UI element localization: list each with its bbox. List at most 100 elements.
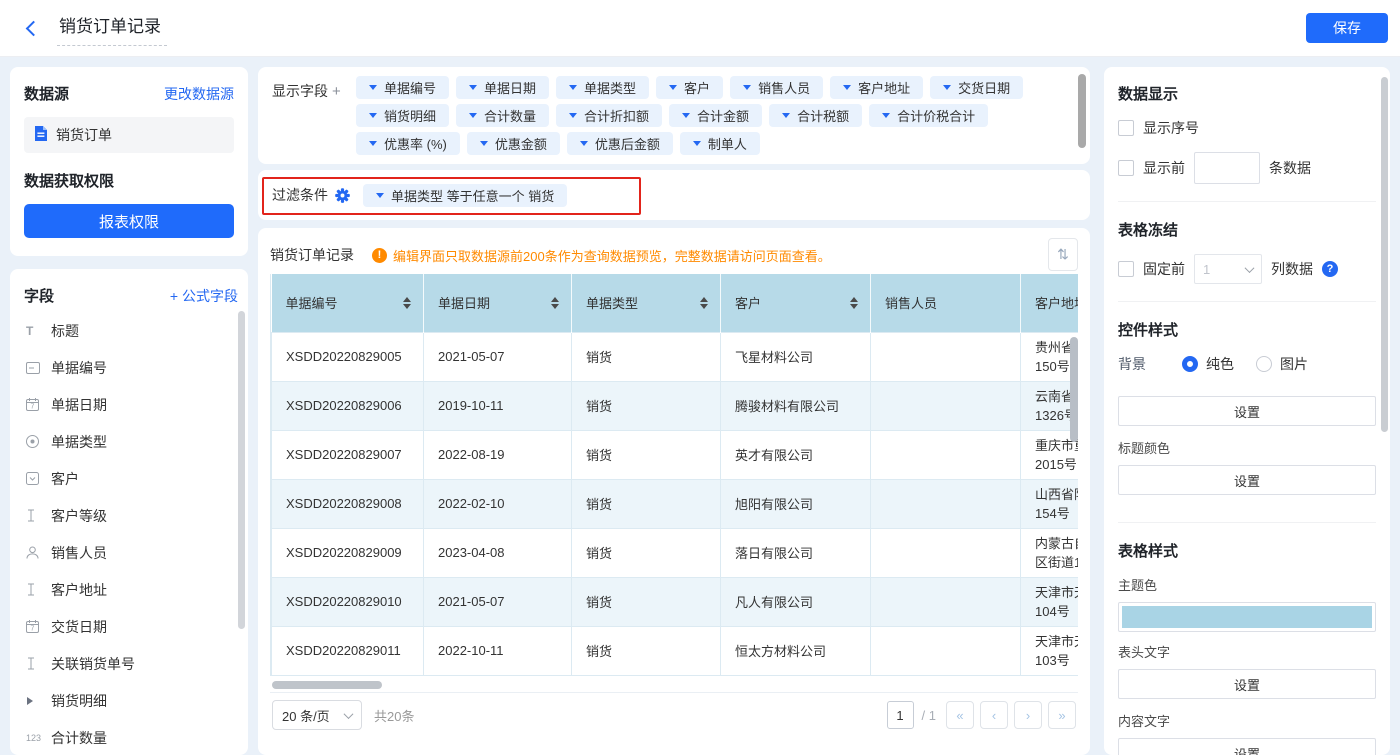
display-field-chip[interactable]: 优惠后金额	[567, 132, 673, 155]
field-item[interactable]: 客户等级	[24, 497, 238, 534]
freeze-columns-checkbox[interactable]	[1118, 261, 1134, 277]
table-vertical-scrollbar[interactable]	[1070, 337, 1078, 442]
add-field-icon[interactable]: +	[332, 83, 341, 100]
table-title: 销货订单记录	[270, 245, 354, 265]
sort-icon[interactable]	[403, 297, 411, 309]
table-row[interactable]: XSDD202208290082022-02-10销货旭阳有限公司山西省阳154…	[272, 479, 1079, 528]
table-cell	[871, 479, 1021, 528]
content-text-set-button[interactable]: 设置	[1118, 738, 1376, 755]
table-row[interactable]: XSDD202208290112022-10-11销货恒太方材料公司天津市天10…	[272, 626, 1079, 675]
show-first-checkbox[interactable]	[1118, 160, 1134, 176]
fields-panel: 字段 + 公式字段 T标题单据编号7单据日期单据类型客户客户等级销售人员客户地址…	[10, 269, 248, 755]
background-set-button[interactable]: 设置	[1118, 396, 1376, 426]
field-item[interactable]: T标题	[24, 312, 238, 349]
field-label: 销售人员	[51, 543, 107, 563]
sort-icon[interactable]	[850, 297, 858, 309]
freeze-suffix: 列数据	[1271, 259, 1313, 279]
chip-label: 合计折扣额	[584, 106, 649, 125]
chevron-down-icon	[882, 113, 890, 122]
page-of-text: / 1	[922, 708, 936, 723]
add-formula-field-link[interactable]: + 公式字段	[170, 286, 238, 306]
table-style-title: 表格样式	[1118, 540, 1376, 561]
chip-label: 单据类型	[584, 78, 636, 97]
text-icon	[26, 583, 48, 596]
display-field-chip[interactable]: 合计税额	[769, 104, 862, 127]
field-item[interactable]: 7单据日期	[24, 386, 238, 423]
column-header: 单据类型	[572, 274, 721, 332]
back-icon[interactable]	[26, 20, 42, 36]
prev-page-button[interactable]: ‹	[980, 701, 1008, 729]
header-text-set-button[interactable]: 设置	[1118, 669, 1376, 699]
display-field-chip[interactable]: 单据类型	[556, 76, 649, 99]
field-item[interactable]: 销售人员	[24, 534, 238, 571]
display-field-chip[interactable]: 制单人	[680, 132, 760, 155]
display-field-chip[interactable]: 合计折扣额	[556, 104, 662, 127]
topbar: 销货订单记录 保存	[0, 0, 1400, 57]
page-size-select[interactable]: 20 条/页	[272, 700, 362, 730]
table-row[interactable]: XSDD202208290092023-04-08销货落日有限公司内蒙古自区街道…	[272, 528, 1079, 577]
display-field-chip[interactable]: 合计数量	[456, 104, 549, 127]
display-field-chip[interactable]: 单据日期	[456, 76, 549, 99]
display-field-chip[interactable]: 单据编号	[356, 76, 449, 99]
table-horizontal-scrollbar[interactable]	[272, 681, 382, 689]
table-cell: 销货	[572, 430, 721, 479]
display-field-chip[interactable]: 合计金额	[669, 104, 762, 127]
field-item[interactable]: 单据编号	[24, 349, 238, 386]
sort-icon[interactable]	[551, 297, 559, 309]
chevron-down-icon	[480, 141, 488, 150]
chevron-down-icon	[369, 113, 377, 122]
freeze-count-select[interactable]: 1	[1194, 254, 1262, 284]
show-index-checkbox[interactable]	[1118, 120, 1134, 136]
display-field-chip[interactable]: 销货明细	[356, 104, 449, 127]
chevron-down-icon	[843, 85, 851, 94]
field-item[interactable]: 单据类型	[24, 423, 238, 460]
last-page-button[interactable]: »	[1048, 701, 1076, 729]
display-field-chip[interactable]: 合计价税合计	[869, 104, 988, 127]
table-cell-address: 内蒙古自区街道1	[1021, 528, 1079, 577]
chevron-down-icon	[469, 113, 477, 122]
chevron-down-icon	[1245, 263, 1255, 273]
datasource-item[interactable]: 销货订单	[24, 117, 234, 153]
table-cell	[871, 430, 1021, 479]
row-count-input[interactable]	[1194, 152, 1260, 184]
report-permission-button[interactable]: 报表权限	[24, 204, 234, 238]
chips-scrollbar[interactable]	[1078, 74, 1086, 148]
change-datasource-link[interactable]: 更改数据源	[164, 84, 234, 104]
theme-color-swatch[interactable]	[1118, 602, 1376, 632]
table-cell: XSDD20220829010	[272, 577, 424, 626]
solid-color-radio[interactable]	[1182, 356, 1198, 372]
display-field-chip[interactable]: 优惠金额	[467, 132, 560, 155]
chip-label: 单据日期	[484, 78, 536, 97]
save-button[interactable]: 保存	[1306, 13, 1388, 43]
table-row[interactable]: XSDD202208290052021-05-07销货飞星材料公司贵州省遵150…	[272, 332, 1079, 381]
display-field-chip[interactable]: 交货日期	[930, 76, 1023, 99]
next-page-button[interactable]: ›	[1014, 701, 1042, 729]
chip-label: 合计金额	[697, 106, 749, 125]
display-field-chip[interactable]: 销售人员	[730, 76, 823, 99]
display-field-chip[interactable]: 优惠率 (%)	[356, 132, 460, 155]
field-item[interactable]: 客户地址	[24, 571, 238, 608]
gear-icon[interactable]	[335, 188, 350, 203]
help-icon[interactable]	[1322, 261, 1338, 277]
table-row[interactable]: XSDD202208290102021-05-07销货凡人有限公司天津市天104…	[272, 577, 1079, 626]
current-page-input[interactable]: 1	[887, 701, 914, 729]
table-row[interactable]: XSDD202208290062019-10-11销货腾骏材料有限公司云南省昆1…	[272, 381, 1079, 430]
first-page-button[interactable]: «	[946, 701, 974, 729]
field-item[interactable]: 销货明细	[24, 682, 238, 719]
sort-icon[interactable]	[700, 297, 708, 309]
fields-scrollbar[interactable]	[238, 311, 245, 629]
table-row[interactable]: XSDD202208290072022-08-19销货英才有限公司重庆市重201…	[272, 430, 1079, 479]
field-item[interactable]: 123合计数量	[24, 719, 238, 755]
field-item[interactable]: 关联销货单号	[24, 645, 238, 682]
filter-condition-chip[interactable]: 单据类型 等于任意一个 销货	[363, 184, 567, 207]
field-item[interactable]: 客户	[24, 460, 238, 497]
display-field-chip[interactable]: 客户地址	[830, 76, 923, 99]
image-radio[interactable]	[1256, 356, 1272, 372]
column-header: 单据编号	[272, 274, 424, 332]
field-item[interactable]: 7交货日期	[24, 608, 238, 645]
display-field-chip[interactable]: 客户	[656, 76, 723, 99]
settings-scrollbar[interactable]	[1381, 77, 1388, 432]
title-color-set-button[interactable]: 设置	[1118, 465, 1376, 495]
sort-order-button[interactable]: ⇅	[1048, 238, 1078, 271]
filter-label: 过滤条件	[272, 185, 328, 205]
